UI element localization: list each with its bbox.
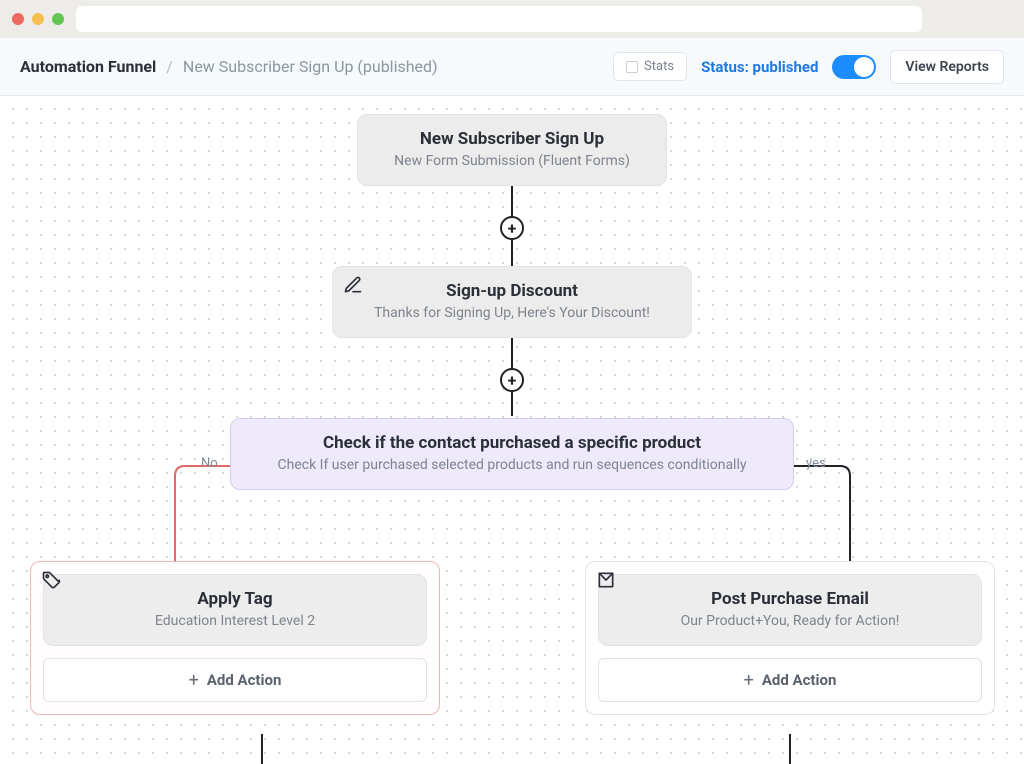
checkbox-icon (626, 61, 638, 73)
breadcrumb: Automation Funnel / New Subscriber Sign … (20, 57, 438, 76)
header-actions: Stats Status: published View Reports (613, 50, 1004, 84)
node-title: Apply Tag (62, 589, 408, 609)
node-subtitle: New Form Submission (Fluent Forms) (376, 153, 648, 169)
browser-chrome (0, 0, 1024, 38)
close-window-icon[interactable] (12, 13, 24, 25)
view-reports-label: View Reports (905, 59, 989, 75)
add-action-label: Add Action (207, 671, 282, 689)
node-title: New Subscriber Sign Up (376, 129, 648, 149)
status-label: Status: published (701, 58, 818, 76)
add-step-button[interactable]: + (500, 216, 524, 240)
stats-label: Stats (644, 59, 674, 74)
add-step-button[interactable]: + (500, 368, 524, 392)
branch-label-no: No (201, 456, 218, 471)
breadcrumb-leaf: New Subscriber Sign Up (published) (183, 57, 438, 76)
view-reports-button[interactable]: View Reports (890, 50, 1004, 84)
compose-icon (596, 570, 616, 594)
node-title: Sign-up Discount (351, 281, 673, 301)
window-controls (12, 13, 64, 25)
page-header: Automation Funnel / New Subscriber Sign … (0, 38, 1024, 96)
node-subtitle: Education Interest Level 2 (62, 613, 408, 629)
action-node-post-purchase-email[interactable]: Post Purchase Email Our Product+You, Rea… (598, 574, 982, 646)
maximize-window-icon[interactable] (52, 13, 64, 25)
branch-box-yes: Post Purchase Email Our Product+You, Rea… (585, 561, 995, 715)
breadcrumb-sep: / (166, 57, 173, 76)
compose-icon (343, 275, 363, 299)
node-subtitle: Our Product+You, Ready for Action! (617, 613, 963, 629)
action-node-apply-tag[interactable]: Apply Tag Education Interest Level 2 (43, 574, 427, 646)
toggle-knob (854, 57, 874, 77)
url-bar[interactable] (76, 6, 922, 32)
status-toggle[interactable] (832, 55, 876, 79)
plus-icon: + (744, 670, 754, 691)
email-node[interactable]: Sign-up Discount Thanks for Signing Up, … (332, 266, 692, 338)
condition-node[interactable]: Check if the contact purchased a specifi… (230, 418, 794, 490)
node-title: Check if the contact purchased a specifi… (249, 433, 775, 453)
minimize-window-icon[interactable] (32, 13, 44, 25)
branch-box-no: Apply Tag Education Interest Level 2 + A… (30, 561, 440, 715)
add-action-label: Add Action (762, 671, 837, 689)
add-action-button[interactable]: + Add Action (598, 658, 982, 702)
branch-label-yes: yes (806, 456, 826, 471)
add-action-button[interactable]: + Add Action (43, 658, 427, 702)
trigger-node[interactable]: New Subscriber Sign Up New Form Submissi… (357, 114, 667, 186)
node-title: Post Purchase Email (617, 589, 963, 609)
breadcrumb-root[interactable]: Automation Funnel (20, 57, 156, 76)
node-subtitle: Check If user purchased selected product… (249, 457, 775, 473)
plus-icon: + (189, 670, 199, 691)
funnel-canvas[interactable]: + + New Subscriber Sign Up New Form Subm… (0, 96, 1024, 764)
stats-toggle-button[interactable]: Stats (613, 52, 687, 81)
node-subtitle: Thanks for Signing Up, Here's Your Disco… (351, 305, 673, 321)
tag-icon (41, 570, 61, 594)
